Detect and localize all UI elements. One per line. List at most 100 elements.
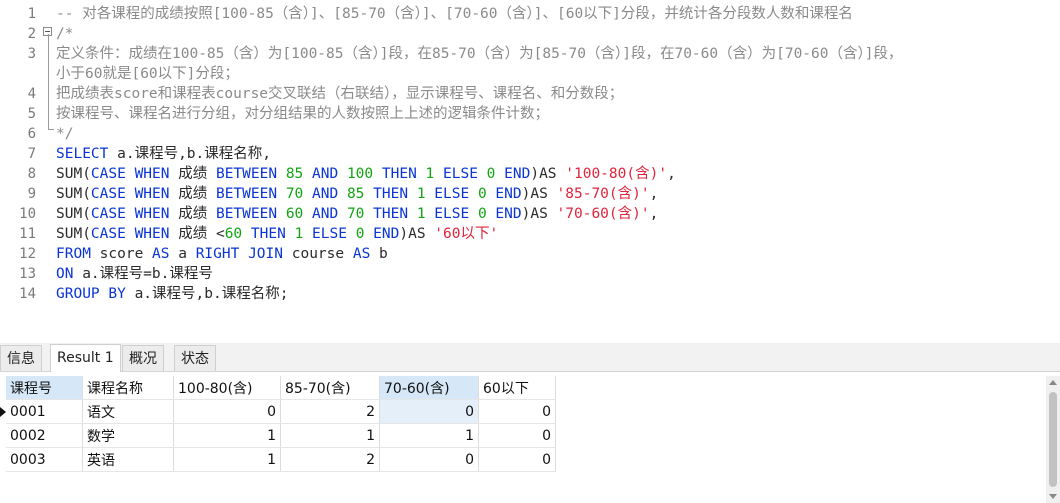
tab-status[interactable]: 状态 [174,345,216,371]
sql-comment: 把成绩表score和课程表course交叉联结（右联结），显示课程号、课程名、和… [56,86,624,102]
sql-number: 0 [477,206,487,222]
code-line[interactable]: 12 FROM score AS a RIGHT JOIN course AS b [0,244,1060,264]
code-line[interactable]: 2 /* [0,24,1060,44]
column-header[interactable]: 70-60(含) [379,376,479,400]
sql-string: '100-80(含)' [565,166,668,182]
vertical-scrollbar[interactable] [1046,376,1060,503]
column-header[interactable]: 100-80(含) [173,376,281,400]
table-cell[interactable]: 数学 [82,423,174,448]
table-cell[interactable]: 英语 [82,447,174,472]
table-cell[interactable]: 1 [280,423,380,448]
sql-string: '60以下' [434,226,499,242]
code-line[interactable]: 8 SUM(CASE WHEN 成绩 BETWEEN 85 AND 100 THE… [0,164,1060,184]
code-line[interactable]: 1 -- 对各课程的成绩按照[100-85（含）]、[85-70（含）]、[70-… [0,4,1060,24]
code-line[interactable]: 13 ON a.课程号=b.课程号 [0,264,1060,284]
column-header[interactable]: 60以下 [478,376,556,400]
column-header[interactable]: 课程号 [6,376,83,400]
scroll-down-arrow-icon[interactable] [1049,494,1057,499]
code-text: /* [56,24,73,44]
table-cell[interactable]: 语文 [82,399,174,424]
code-line[interactable]: 11 SUM(CASE WHEN 成绩 <60 THEN 1 ELSE 0 END… [0,224,1060,244]
code-text: -- 对各课程的成绩按照[100-85（含）]、[85-70（含）]、[70-6… [56,4,853,24]
current-row-indicator-icon [0,407,6,417]
line-number: 9 [27,186,36,202]
sql-comment: /* [56,26,74,42]
line-number: 14 [19,286,36,302]
table-cell[interactable]: 1 [379,423,479,448]
table-cell[interactable]: 0002 [6,423,83,448]
table-cell[interactable]: 0003 [6,447,83,472]
table-row[interactable]: 0003 英语 1 2 0 0 [6,447,556,472]
sql-text: course [283,246,353,262]
table-cell[interactable]: 0 [478,399,556,424]
table-cell[interactable]: 0 [379,447,479,472]
sql-keyword: ELSE [443,166,478,182]
sql-comment: -- 对各课程的成绩按照[100-85（含）]、[85-70（含）]、[70-6… [56,6,853,22]
sql-keyword: CASE WHEN [90,206,170,222]
sql-text: , [649,206,659,222]
table-row[interactable]: 0001 语文 0 2 0 0 [6,399,556,424]
sql-text: , [667,166,676,182]
sql-keyword: AND [312,186,339,202]
sql-keyword: ELSE [434,186,470,202]
code-text: SUM(CASE WHEN 成绩 BETWEEN 85 AND 100 THEN… [56,164,676,184]
table-cell[interactable]: 0 [379,399,479,424]
code-line[interactable]: 9 SUM(CASE WHEN 成绩 BETWEEN 70 AND 85 THEN… [0,184,1060,204]
tab-info[interactable]: 信息 [0,345,42,371]
code-line[interactable]: 7 SELECT a.课程号,b.课程名称, [0,144,1060,164]
column-header[interactable]: 课程名称 [82,376,174,400]
sql-keyword: END [495,186,522,202]
sql-keyword: GROUP BY [56,286,126,302]
code-line[interactable]: 10 SUM(CASE WHEN 成绩 BETWEEN 60 AND 70 THE… [0,204,1060,224]
sql-keyword: CASE WHEN [90,186,170,202]
table-cell[interactable]: 0 [478,423,556,448]
sql-keyword: CASE WHEN [90,166,170,182]
scrollbar-thumb[interactable] [1049,392,1057,487]
table-cell[interactable]: 0 [173,399,281,424]
code-text: 把成绩表score和课程表course交叉联结（右联结），显示课程号、课程名、和… [56,84,623,104]
code-line[interactable]: 小于60就是[60以下]分段； [0,64,1060,84]
result-table: 课程号 课程名称 100-80(含) 85-70(含) 70-60(含) 60以… [6,376,556,472]
code-line[interactable]: 5 按课程号、课程名进行分组，对分组结果的人数按照上上述的逻辑条件计数； [0,104,1060,124]
sql-comment: 按课程号、课程名进行分组，对分组结果的人数按照上上述的逻辑条件计数； [56,106,549,122]
line-number: 4 [27,86,36,102]
table-cell[interactable]: 1 [173,423,281,448]
line-number: 6 [27,126,36,142]
sql-keyword: ELSE [312,226,347,242]
code-text: 按课程号、课程名进行分组，对分组结果的人数按照上上述的逻辑条件计数； [56,104,549,124]
code-line[interactable]: 3 定义条件：成绩在100-85（含）为[100-85（含）]段，在85-70（含… [0,44,1060,64]
table-row[interactable]: 0002 数学 1 1 1 0 [6,423,556,448]
code-line[interactable]: 4 把成绩表score和课程表course交叉联结（右联结），显示课程号、课程名、… [0,84,1060,104]
table-cell[interactable]: 0 [478,447,556,472]
sql-text: SUM( [56,226,91,242]
code-text: SELECT a.课程号,b.课程名称, [56,144,271,164]
sql-editor[interactable]: 1 -- 对各课程的成绩按照[100-85（含）]、[85-70（含）]、[70-… [0,0,1060,340]
table-cell[interactable]: 2 [280,447,380,472]
table-cell[interactable]: 2 [280,399,380,424]
sql-number: 60 [224,226,243,242]
code-line[interactable]: 6 */ [0,124,1060,144]
tab-result-1[interactable]: Result 1 [50,344,121,372]
sql-text: SUM( [56,166,91,182]
result-grid[interactable]: 课程号 课程名称 100-80(含) 85-70(含) 70-60(含) 60以… [0,376,1060,503]
tab-overview[interactable]: 概况 [122,345,164,371]
sql-comment: 小于60就是[60以下]分段； [56,66,239,82]
code-text: SUM(CASE WHEN 成绩 BETWEEN 70 AND 85 THEN … [56,184,658,204]
sql-keyword: END [495,206,522,222]
sql-number: 70 [346,206,365,222]
code-text: 小于60就是[60以下]分段； [56,64,239,84]
table-cell[interactable]: 1 [173,447,281,472]
table-cell[interactable]: 0001 [6,399,83,424]
sql-number: 1 [425,166,435,182]
scroll-up-arrow-icon[interactable] [1049,380,1057,385]
code-line[interactable]: 14 GROUP BY a.课程号,b.课程名称; [0,284,1060,304]
column-header[interactable]: 85-70(含) [280,376,380,400]
